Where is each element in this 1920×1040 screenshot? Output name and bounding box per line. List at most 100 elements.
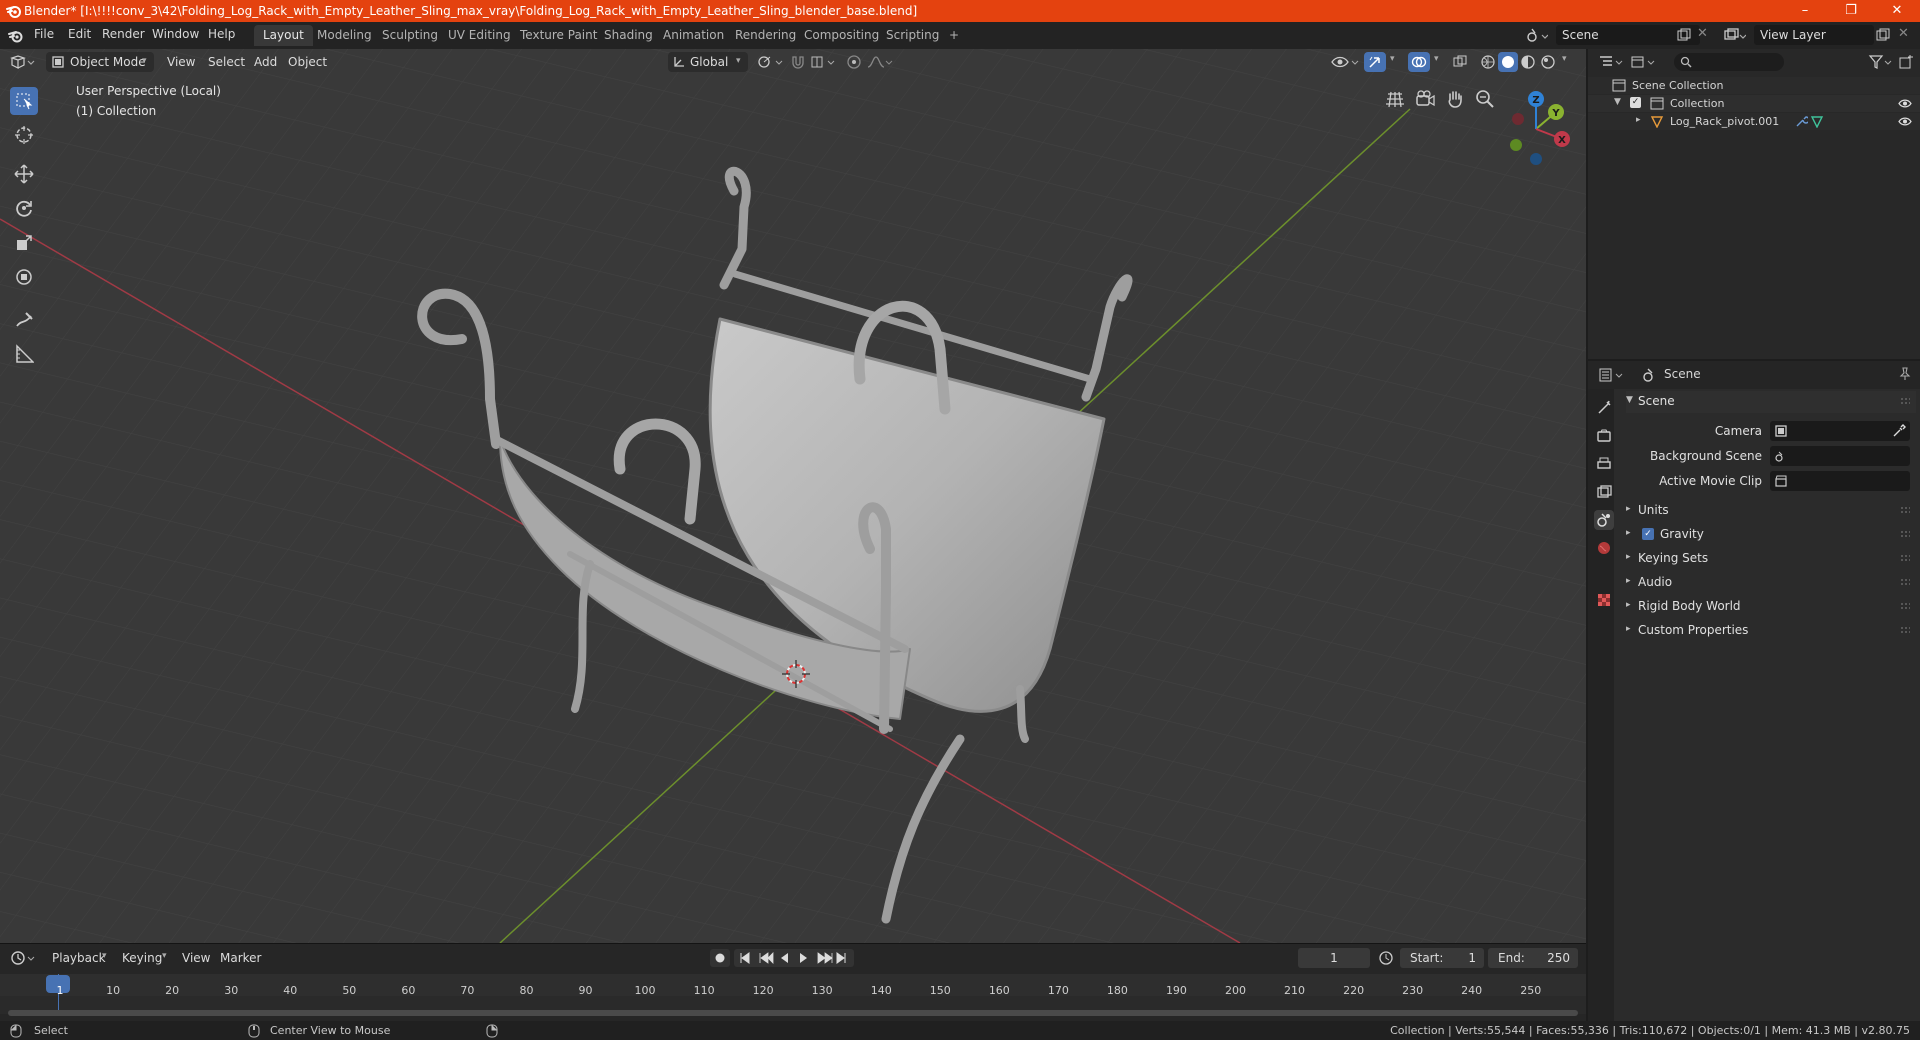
timeline-menu-keying[interactable]: Keying bbox=[122, 948, 162, 968]
timeline-menu-view[interactable]: View bbox=[182, 948, 210, 968]
eyedropper-icon[interactable] bbox=[1892, 424, 1906, 438]
timeline-scrollbar[interactable] bbox=[8, 1010, 1578, 1016]
preview-range-icon[interactable] bbox=[1378, 950, 1394, 966]
transform-tool[interactable] bbox=[10, 263, 38, 291]
tab-tool-properties[interactable] bbox=[1594, 398, 1614, 418]
close-window-button[interactable]: ✕ bbox=[1874, 0, 1920, 22]
filter-icon[interactable] bbox=[1868, 54, 1894, 70]
drag-handle-icon[interactable] bbox=[1900, 530, 1910, 538]
active-movie-clip-field[interactable] bbox=[1770, 471, 1910, 491]
chevron-down-icon[interactable]: ▾ bbox=[1562, 54, 1567, 64]
viewport-menu-view[interactable]: View bbox=[167, 52, 195, 72]
current-frame-field[interactable]: 1 bbox=[1298, 948, 1370, 968]
viewport-menu-add[interactable]: Add bbox=[254, 52, 277, 72]
outliner-editor[interactable]: Scene Collection ▼ ✓ Collection ▸ Log_Ra… bbox=[1588, 49, 1920, 359]
modifier-wrench-icon[interactable] bbox=[1794, 115, 1808, 128]
tree-row-scene-collection[interactable]: Scene Collection bbox=[1588, 77, 1920, 94]
scale-tool[interactable] bbox=[10, 229, 38, 257]
move-tool[interactable] bbox=[10, 160, 38, 188]
minimize-button[interactable]: – bbox=[1782, 0, 1828, 22]
start-frame-field[interactable]: Start: 1 bbox=[1400, 948, 1484, 968]
drag-handle-icon[interactable] bbox=[1900, 578, 1910, 586]
remove-view-layer-icon[interactable]: ✕ bbox=[1898, 26, 1909, 41]
keying-sets-panel-header[interactable]: ▸ Keying Sets bbox=[1626, 548, 1916, 570]
timeline-editor-type-icon[interactable] bbox=[10, 950, 36, 966]
new-collection-icon[interactable] bbox=[1898, 54, 1914, 70]
rigid-body-world-panel-header[interactable]: ▸ Rigid Body World bbox=[1626, 596, 1916, 618]
gizmo-toggle-button[interactable] bbox=[1364, 52, 1386, 72]
timeline-menu-playback[interactable]: Playback bbox=[52, 948, 106, 968]
collection-checkbox[interactable]: ✓ bbox=[1630, 97, 1641, 108]
cursor-tool[interactable] bbox=[10, 121, 38, 149]
timeline-editor[interactable]: Playback ▾ Keying ▾ View Marker 1 Start:… bbox=[0, 943, 1586, 1022]
tab-animation[interactable]: Animation bbox=[654, 25, 733, 46]
scene-panel-header[interactable]: ▼ Scene bbox=[1626, 391, 1916, 413]
snap-magnet-icon[interactable] bbox=[790, 54, 806, 70]
outliner-editor-type-icon[interactable] bbox=[1598, 54, 1624, 70]
xray-toggle-icon[interactable] bbox=[1452, 54, 1468, 70]
annotate-tool[interactable] bbox=[10, 306, 38, 334]
tab-modeling[interactable]: Modeling bbox=[308, 25, 381, 46]
expand-arrow-icon[interactable]: ▸ bbox=[1636, 115, 1641, 125]
snap-target-icon[interactable] bbox=[810, 54, 838, 70]
tab-sculpting[interactable]: Sculpting bbox=[373, 25, 447, 46]
playback-buttons-icon[interactable] bbox=[738, 952, 848, 964]
visibility-eye-icon[interactable] bbox=[1898, 98, 1912, 109]
mesh-data-icon[interactable] bbox=[1810, 115, 1824, 128]
menu-render[interactable]: Render bbox=[102, 27, 145, 41]
drag-handle-icon[interactable] bbox=[1900, 506, 1910, 514]
pin-icon[interactable] bbox=[1898, 367, 1912, 381]
view-layer-field[interactable]: View Layer bbox=[1754, 25, 1874, 45]
rotate-tool[interactable] bbox=[10, 194, 38, 222]
transform-orientation-dropdown[interactable]: Global ▾ bbox=[668, 52, 748, 72]
menu-file[interactable]: File bbox=[34, 27, 54, 41]
tab-compositing[interactable]: Compositing bbox=[795, 25, 888, 46]
viewport-scene[interactable] bbox=[0, 49, 1586, 943]
viewport-menu-object[interactable]: Object bbox=[288, 52, 327, 72]
drag-handle-icon[interactable] bbox=[1900, 554, 1910, 562]
tab-shading[interactable]: Shading bbox=[595, 25, 662, 46]
end-frame-field[interactable]: End: 250 bbox=[1488, 948, 1578, 968]
gravity-panel-header[interactable]: ▸ ✓ Gravity bbox=[1626, 524, 1916, 546]
tab-texture-paint[interactable]: Texture Paint bbox=[511, 25, 606, 46]
units-panel-header[interactable]: ▸ Units bbox=[1626, 500, 1916, 522]
blender-menu-icon[interactable] bbox=[8, 28, 24, 44]
wireframe-shading-icon[interactable] bbox=[1480, 54, 1496, 70]
measure-tool[interactable] bbox=[10, 340, 38, 368]
solid-shading-button[interactable] bbox=[1498, 52, 1518, 72]
expand-arrow-icon[interactable]: ▼ bbox=[1614, 97, 1621, 107]
menu-window[interactable]: Window bbox=[152, 27, 199, 41]
new-view-layer-icon[interactable] bbox=[1876, 28, 1890, 42]
menu-edit[interactable]: Edit bbox=[68, 27, 91, 41]
pan-hand-icon[interactable] bbox=[1444, 88, 1466, 110]
viewport-menu-select[interactable]: Select bbox=[208, 52, 245, 72]
pivot-point-icon[interactable] bbox=[756, 54, 784, 70]
toggle-grid-view-icon[interactable] bbox=[1384, 88, 1406, 110]
tree-row-object[interactable]: ▸ Log_Rack_pivot.001 bbox=[1588, 113, 1920, 130]
proportional-editing-icon[interactable] bbox=[846, 54, 862, 70]
scene-selector-icon[interactable] bbox=[1526, 28, 1548, 44]
properties-editor-type-icon[interactable] bbox=[1598, 367, 1624, 383]
remove-scene-icon[interactable]: ✕ bbox=[1697, 26, 1708, 41]
gravity-checkbox[interactable]: ✓ bbox=[1642, 528, 1654, 540]
navigation-gizmo[interactable]: Y Z X bbox=[1496, 89, 1576, 169]
visibility-selectability-icon[interactable] bbox=[1330, 54, 1360, 70]
overlays-toggle-button[interactable] bbox=[1408, 52, 1430, 72]
visibility-eye-icon[interactable] bbox=[1898, 116, 1912, 127]
background-scene-field[interactable] bbox=[1770, 446, 1910, 466]
3d-viewport[interactable]: User Perspective (Local) (1) Collection … bbox=[0, 49, 1586, 943]
audio-panel-header[interactable]: ▸ Audio bbox=[1626, 572, 1916, 594]
tab-rendering[interactable]: Rendering bbox=[726, 25, 805, 46]
tab-layout[interactable]: Layout bbox=[254, 25, 313, 46]
tab-scene-properties[interactable] bbox=[1594, 510, 1614, 530]
display-mode-icon[interactable] bbox=[1630, 54, 1656, 70]
chevron-down-icon[interactable]: ▾ bbox=[1434, 54, 1439, 64]
chevron-down-icon[interactable]: ▾ bbox=[1390, 54, 1395, 64]
tab-texture-properties[interactable] bbox=[1594, 590, 1614, 610]
select-box-tool[interactable] bbox=[10, 87, 38, 115]
object-mode-dropdown[interactable]: Object Mode ▾ bbox=[46, 52, 154, 72]
editor-type-icon[interactable] bbox=[10, 54, 36, 70]
material-preview-icon[interactable] bbox=[1520, 54, 1536, 70]
zoom-icon[interactable] bbox=[1474, 88, 1496, 110]
tree-row-collection[interactable]: ▼ ✓ Collection bbox=[1588, 95, 1920, 112]
